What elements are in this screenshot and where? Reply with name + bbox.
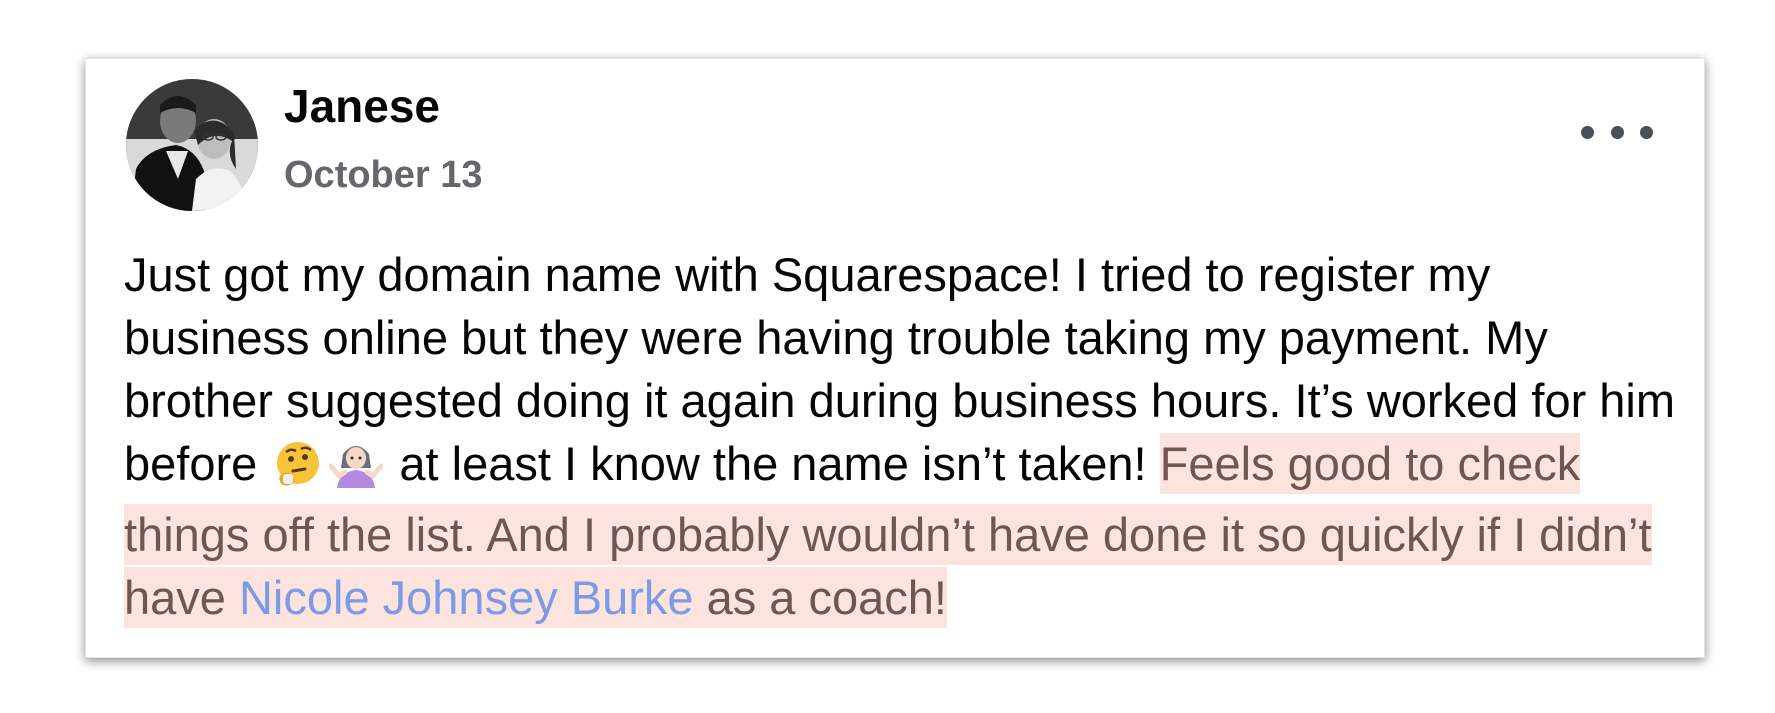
author-name[interactable]: Janese: [284, 83, 440, 129]
more-dot-icon: [1610, 125, 1624, 139]
highlighted-text-end: as a coach!: [693, 571, 947, 624]
more-options-icon[interactable]: [1581, 117, 1653, 147]
mention-link[interactable]: Nicole Johnsey Burke: [239, 571, 694, 624]
avatar-photo-icon: [126, 79, 258, 211]
post-card: Janese October 13 Just got my domain nam…: [85, 58, 1705, 658]
more-dot-icon: [1640, 125, 1653, 139]
woman-shrugging-icon: [328, 438, 384, 503]
post-date[interactable]: October 13: [284, 156, 483, 194]
post-text: Just got my domain name with Squarespace…: [124, 243, 1684, 629]
avatar[interactable]: [126, 79, 258, 211]
thinking-face-icon: [273, 438, 323, 503]
more-dot-icon: [1581, 125, 1594, 139]
post-text-continued: at least I know the name isn’t taken!: [386, 437, 1160, 490]
